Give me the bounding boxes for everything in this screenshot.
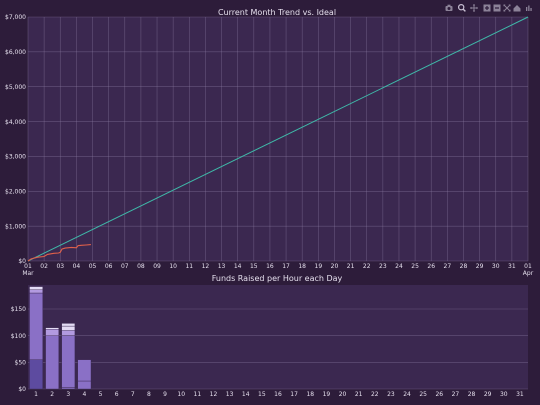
trend-x-tick-label: 10	[169, 263, 177, 270]
trend-x-tick-label: 06	[105, 263, 113, 270]
bar-segment-day-3	[61, 330, 76, 336]
bar-segment-day-1	[29, 359, 43, 390]
bar-x-tick-label: 12	[210, 391, 218, 398]
trend-x-tick-label: 18	[298, 263, 306, 270]
trend-x-tick-label: 31	[508, 263, 516, 270]
bar-x-tick-label: 17	[290, 391, 298, 398]
trend-x-tick-label: 09	[153, 263, 161, 270]
trend-x-tick-label: 19	[315, 263, 323, 270]
bar-x-tick-label: 26	[435, 391, 443, 398]
bar-chart-title: Funds Raised per Hour each Day	[212, 274, 343, 283]
bar-x-tick-label: 14	[242, 391, 250, 398]
trend-x-tick-label: 28	[460, 263, 468, 270]
trend-y-tick-label: $1,000	[5, 223, 26, 230]
bar-x-tick-label: 15	[258, 391, 266, 398]
bar-y-tick-label: $150	[11, 306, 26, 313]
trend-x-tick-label: 26	[427, 263, 435, 270]
trend-x-tick-label: 27	[444, 263, 452, 270]
bar-x-tick-label: 18	[306, 391, 314, 398]
bar-x-tick-label: 6	[115, 391, 119, 398]
bar-segment-day-4	[77, 359, 92, 382]
bar-segment-day-2	[45, 329, 59, 336]
trend-x-tick-label: 23	[379, 263, 387, 270]
bar-segment-day-3	[61, 335, 76, 388]
bar-x-tick-label: 11	[194, 391, 202, 398]
trend-x-tick-label: 08	[137, 263, 145, 270]
bar-segment-day-4	[77, 380, 92, 390]
trend-x-tick-label: 02	[40, 263, 48, 270]
trend-y-tick-label: $7,000	[5, 14, 26, 21]
bar-x-tick-label: 5	[99, 391, 103, 398]
trend-y-tick-label: $3,000	[5, 154, 26, 161]
trend-x-tick-label: 07	[121, 263, 129, 270]
bar-x-tick-label: 9	[163, 391, 167, 398]
trend-x-tick-label: 14	[234, 263, 242, 270]
trend-x-tick-label: 20	[331, 263, 339, 270]
bar-y-tick-label: $50	[15, 360, 27, 367]
trend-x-tick-label: 04	[73, 263, 81, 270]
trend-x-tick-label: 13	[218, 263, 226, 270]
trend-x-tick-label: 21	[347, 263, 355, 270]
trend-chart: Current Month Trend vs. Ideal $0$1,000$2…	[5, 8, 534, 277]
bar-x-tick-label: 1	[34, 391, 38, 398]
trend-y-tick-label: $6,000	[5, 49, 26, 56]
trend-x-tick-label: 25	[411, 263, 419, 270]
bar-x-tick-label: 20	[339, 391, 347, 398]
bar-segment-day-3	[61, 323, 76, 327]
bar-y-tick-label: $0	[18, 386, 26, 393]
bar-plot-area[interactable]	[28, 285, 528, 389]
trend-chart-title: Current Month Trend vs. Ideal	[218, 8, 336, 17]
bar-x-tick-label: 16	[274, 391, 282, 398]
hourly-bar-chart: Funds Raised per Hour each Day $0 $50 $100…	[11, 274, 528, 398]
bar-x-tick-label: 10	[177, 391, 185, 398]
bar-x-tick-label: 2	[50, 391, 54, 398]
dashboard-canvas: Current Month Trend vs. Ideal $0 $1,000 $2…	[0, 0, 540, 405]
bar-x-tick-label: 28	[468, 391, 476, 398]
bar-x-tick-label: 8	[147, 391, 151, 398]
bar-x-tick-label: 7	[131, 391, 135, 398]
trend-y-tick-label: $2,000	[5, 188, 26, 195]
zoom-out-icon[interactable]	[493, 4, 501, 12]
trend-x-tick-label: 17	[282, 263, 290, 270]
bar-x-tick-label: 4	[83, 391, 87, 398]
bar-x-tick-label: 31	[516, 391, 524, 398]
bar-segment-day-2	[45, 327, 59, 330]
bar-segment-day-1	[29, 292, 43, 360]
trend-x-tick-label: 03	[56, 263, 64, 270]
trend-x-tick-label: 15	[250, 263, 258, 270]
bar-segment-day-1	[29, 289, 43, 294]
trend-y-tick-label: $5,000	[5, 84, 26, 91]
trend-x-tick-label: 30	[492, 263, 500, 270]
bar-x-tick-label: 29	[484, 391, 492, 398]
trend-x-tick-label: 16	[266, 263, 274, 270]
bar-segment-day-3	[61, 387, 76, 390]
bar-y-tick-label: $100	[11, 333, 26, 340]
bar-segment-day-3	[61, 325, 76, 331]
bar-x-tick-label: 19	[323, 391, 331, 398]
bar-x-tick-label: 27	[452, 391, 460, 398]
bar-segment-day-2	[45, 335, 59, 390]
trend-x-tick-label: 11	[185, 263, 193, 270]
trend-x-tick-label: 29	[476, 263, 484, 270]
bar-x-tick-label: 24	[403, 391, 411, 398]
bar-x-tick-label: 23	[387, 391, 395, 398]
bar-x-tick-label: 3	[66, 391, 70, 398]
trend-x-tick-label: 22	[363, 263, 371, 270]
trend-x-tick-label: 12	[202, 263, 210, 270]
bar-x-tick-label: 13	[226, 391, 234, 398]
bar-x-tick-label: 22	[371, 391, 379, 398]
trend-y-tick-label: $4,000	[5, 119, 26, 126]
zoom-in-icon[interactable]	[483, 4, 491, 12]
bar-segment-day-1	[29, 286, 43, 291]
bar-x-tick-label: 25	[419, 391, 427, 398]
trend-x-tick-label: 05	[89, 263, 97, 270]
bar-x-tick-label: 21	[355, 391, 363, 398]
trend-x-tick-label: 24	[395, 263, 403, 270]
bar-x-tick-label: 30	[500, 391, 508, 398]
